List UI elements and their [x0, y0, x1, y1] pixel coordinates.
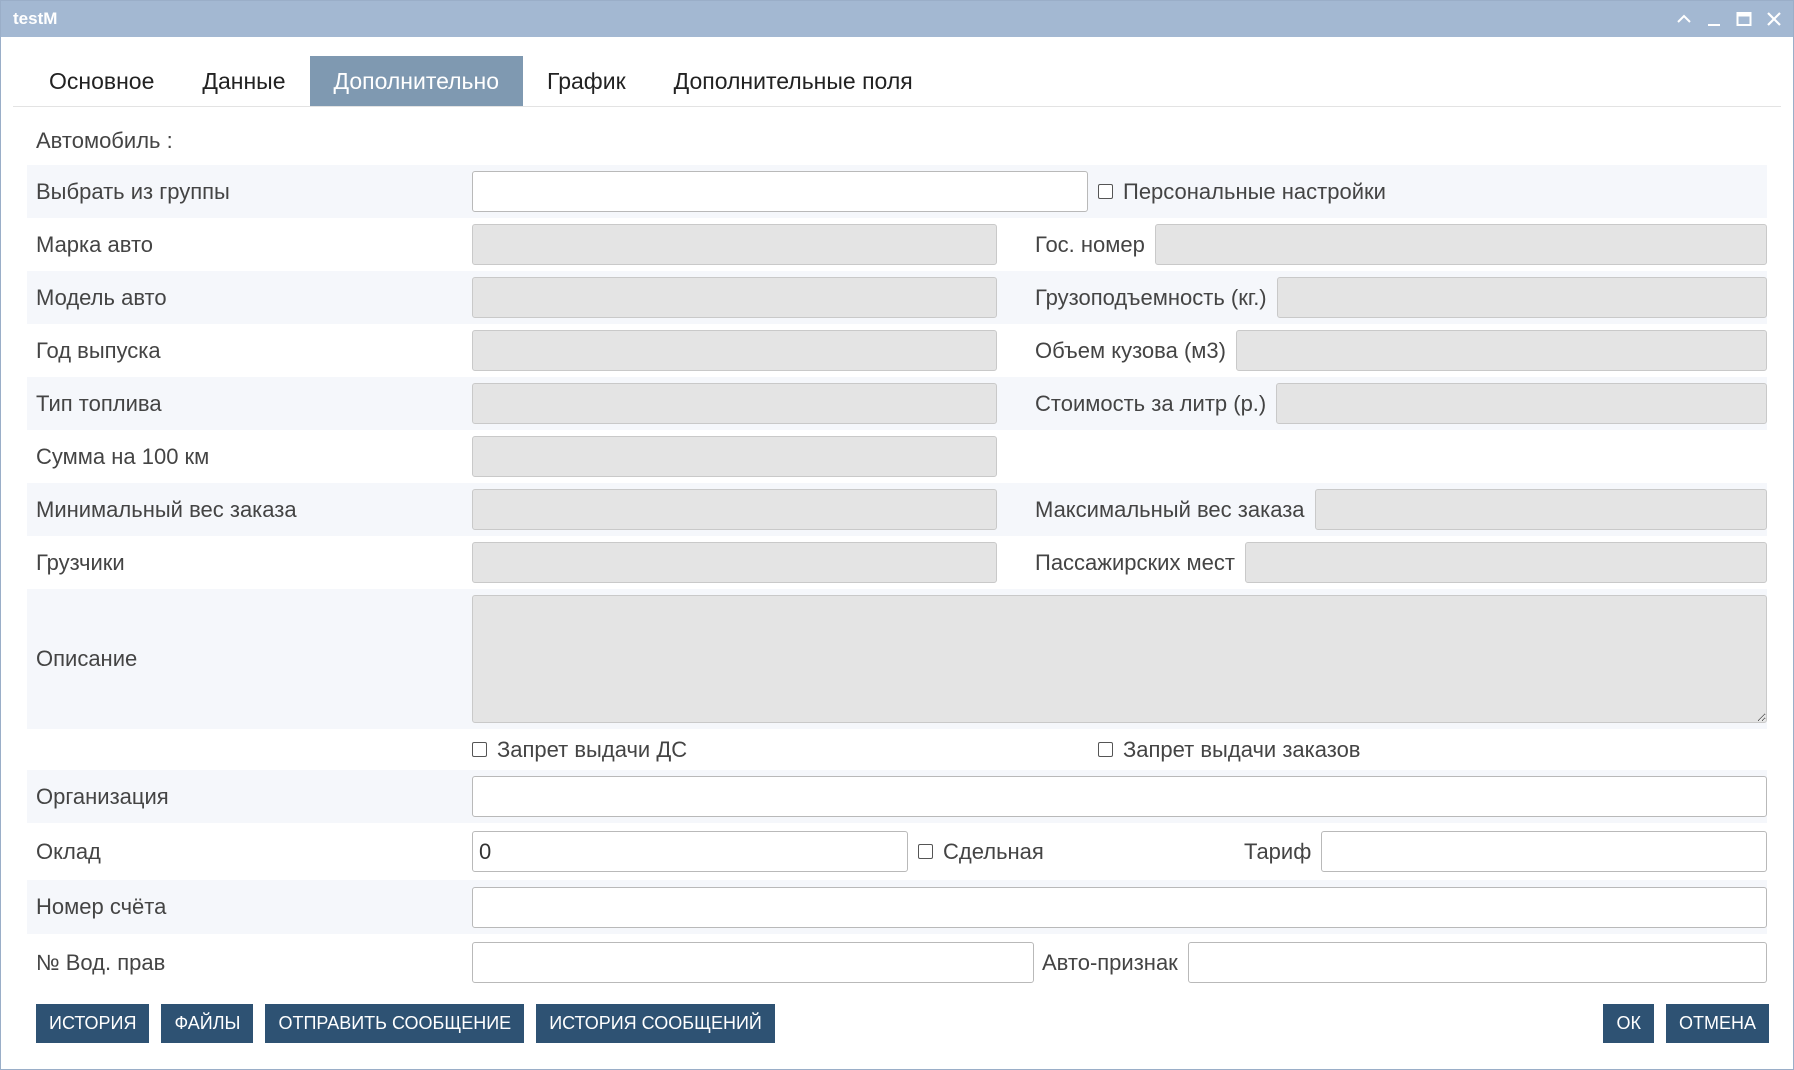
- personal-settings-label: Персональные настройки: [1123, 178, 1386, 204]
- year-input[interactable]: [472, 330, 997, 371]
- section-title: Автомобиль :: [36, 128, 173, 153]
- description-textarea[interactable]: [472, 595, 1767, 723]
- files-button[interactable]: ФАЙЛЫ: [161, 1004, 254, 1043]
- tab-data[interactable]: Данные: [178, 56, 309, 106]
- row-salary: Оклад Сдельная Тариф: [27, 823, 1767, 880]
- ban-ds-checkbox-wrap[interactable]: Запрет выдачи ДС: [472, 737, 1098, 763]
- ban-orders-label: Запрет выдачи заказов: [1123, 736, 1361, 762]
- ok-button[interactable]: ОК: [1603, 1004, 1654, 1043]
- titlebar[interactable]: testM: [1, 1, 1793, 37]
- brand-input[interactable]: [472, 224, 997, 265]
- group-label: Выбрать из группы: [36, 178, 230, 204]
- piecework-label: Сдельная: [943, 838, 1044, 864]
- sum100-input[interactable]: [472, 436, 997, 477]
- row-model: Модель авто Грузоподъемность (кг.): [27, 271, 1767, 324]
- min-weight-input[interactable]: [472, 489, 997, 530]
- row-description: Описание: [27, 589, 1767, 729]
- license-label: № Вод. прав: [36, 949, 166, 975]
- message-history-button[interactable]: ИСТОРИЯ СООБЩЕНИЙ: [536, 1004, 775, 1043]
- collapse-icon[interactable]: [1673, 8, 1695, 30]
- model-label: Модель авто: [36, 284, 167, 310]
- row-loaders: Грузчики Пассажирских мест: [27, 536, 1767, 589]
- form-content: Автомобиль : Выбрать из группы Персональ…: [1, 107, 1793, 991]
- volume-label: Объем кузова (м3): [1035, 337, 1226, 363]
- tariff-label: Тариф: [1244, 838, 1312, 864]
- close-icon[interactable]: [1763, 8, 1785, 30]
- cancel-button[interactable]: ОТМЕНА: [1665, 1004, 1769, 1043]
- ban-ds-checkbox[interactable]: [472, 742, 487, 757]
- capacity-label: Грузоподъемность (кг.): [1035, 284, 1267, 310]
- model-input[interactable]: [472, 277, 997, 318]
- tab-main[interactable]: Основное: [25, 56, 178, 106]
- row-account: Номер счёта: [27, 880, 1767, 934]
- row-weight: Минимальный вес заказа Максимальный вес …: [27, 483, 1767, 536]
- plate-label: Гос. номер: [1035, 231, 1145, 257]
- history-button[interactable]: ИСТОРИЯ: [36, 1004, 150, 1043]
- tab-additional-fields[interactable]: Дополнительные поля: [650, 56, 937, 106]
- ban-orders-checkbox[interactable]: [1098, 742, 1113, 757]
- description-label: Описание: [36, 646, 138, 671]
- tab-schedule[interactable]: График: [523, 56, 650, 106]
- fuel-label: Тип топлива: [36, 390, 162, 416]
- row-year: Год выпуска Объем кузова (м3): [27, 324, 1767, 377]
- group-input[interactable]: [472, 171, 1088, 212]
- tab-bar: Основное Данные Дополнительно График Доп…: [13, 37, 1781, 107]
- account-label: Номер счёта: [36, 894, 167, 919]
- minimize-icon[interactable]: [1703, 8, 1725, 30]
- row-group: Выбрать из группы Персональные настройки: [27, 165, 1767, 218]
- row-license: № Вод. прав Авто-признак: [27, 934, 1767, 991]
- maximize-icon[interactable]: [1733, 8, 1755, 30]
- seats-label: Пассажирских мест: [1035, 549, 1235, 575]
- piecework-checkbox-wrap[interactable]: Сдельная: [918, 839, 1244, 865]
- row-bans: Запрет выдачи ДС Запрет выдачи заказов: [27, 729, 1767, 770]
- personal-settings-checkbox[interactable]: [1098, 184, 1113, 199]
- org-label: Организация: [36, 783, 169, 809]
- ban-ds-label: Запрет выдачи ДС: [497, 736, 688, 762]
- ban-orders-checkbox-wrap[interactable]: Запрет выдачи заказов: [1098, 737, 1361, 763]
- dialog-window: testM Основное Данные Дополнительно Граф…: [0, 0, 1794, 1070]
- fuel-cost-label: Стоимость за литр (р.): [1035, 390, 1267, 416]
- personal-settings-checkbox-wrap[interactable]: Персональные настройки: [1098, 179, 1386, 205]
- plate-input[interactable]: [1154, 224, 1767, 265]
- send-message-button[interactable]: ОТПРАВИТЬ СООБЩЕНИЕ: [265, 1004, 525, 1043]
- min-weight-label: Минимальный вес заказа: [36, 496, 297, 522]
- loaders-input[interactable]: [472, 542, 997, 583]
- license-input[interactable]: [472, 942, 1034, 983]
- max-weight-label: Максимальный вес заказа: [1035, 496, 1305, 522]
- salary-label: Оклад: [36, 838, 101, 864]
- fuel-input[interactable]: [472, 383, 997, 424]
- auto-sign-input[interactable]: [1187, 942, 1767, 983]
- row-sum100: Сумма на 100 км: [27, 430, 1767, 483]
- salary-input[interactable]: [472, 831, 908, 872]
- window-controls: [1673, 8, 1785, 30]
- year-label: Год выпуска: [36, 337, 161, 363]
- volume-input[interactable]: [1235, 330, 1767, 371]
- window-title: testM: [13, 9, 58, 28]
- account-input[interactable]: [472, 886, 1767, 928]
- row-brand: Марка авто Гос. номер: [27, 218, 1767, 271]
- fuel-cost-input[interactable]: [1276, 383, 1767, 424]
- capacity-input[interactable]: [1276, 277, 1767, 318]
- brand-label: Марка авто: [36, 231, 154, 257]
- tariff-input[interactable]: [1321, 831, 1767, 872]
- row-org: Организация: [27, 770, 1767, 823]
- auto-sign-label: Авто-признак: [1042, 949, 1178, 975]
- loaders-label: Грузчики: [36, 549, 125, 575]
- sum100-label: Сумма на 100 км: [36, 443, 210, 469]
- row-fuel: Тип топлива Стоимость за литр (р.): [27, 377, 1767, 430]
- org-input[interactable]: [472, 776, 1767, 817]
- tab-additional[interactable]: Дополнительно: [309, 56, 524, 106]
- max-weight-input[interactable]: [1314, 489, 1767, 530]
- seats-input[interactable]: [1245, 542, 1767, 583]
- piecework-checkbox[interactable]: [918, 844, 933, 859]
- button-bar: ИСТОРИЯ ФАЙЛЫ ОТПРАВИТЬ СООБЩЕНИЕ ИСТОРИ…: [36, 1004, 1769, 1043]
